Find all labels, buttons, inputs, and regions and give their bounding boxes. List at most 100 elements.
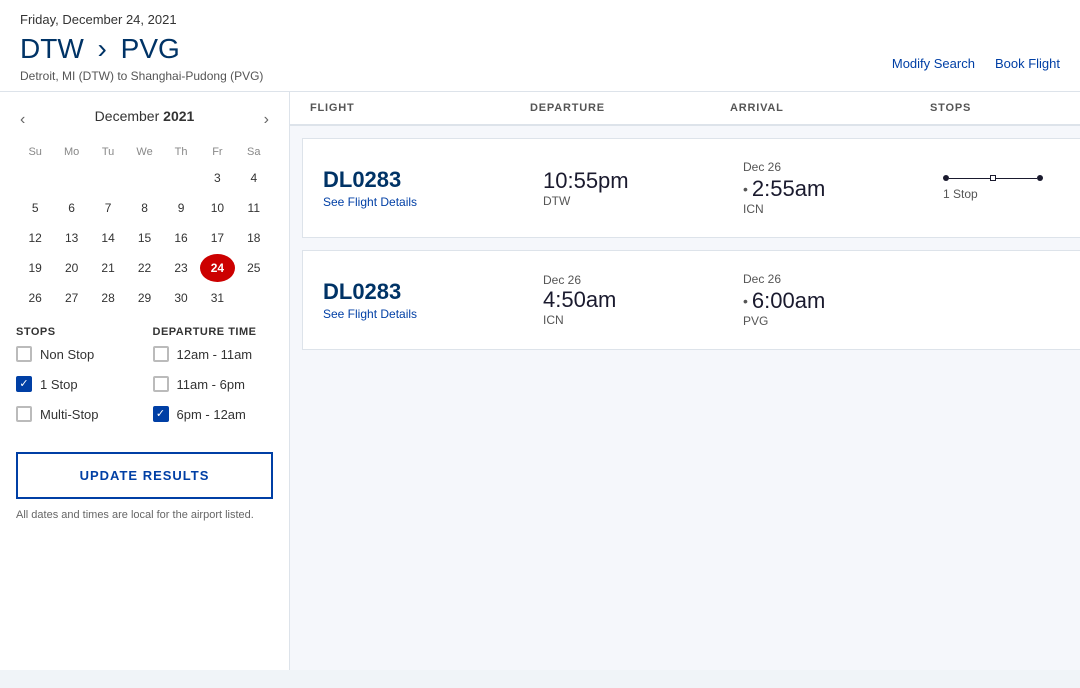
cal-day-th: Th xyxy=(164,142,198,162)
cal-cell-31[interactable]: 31 xyxy=(200,284,234,312)
cal-cell-13[interactable]: 13 xyxy=(54,224,89,252)
stops-label-1: 1 Stop xyxy=(943,187,978,201)
disclaimer-text: All dates and times are local for the ai… xyxy=(16,509,273,521)
time-11am-checkbox-item[interactable]: 11am - 6pm xyxy=(153,376,274,392)
time-12am-checkbox[interactable] xyxy=(153,346,169,362)
time-12am-label: 12am - 11am xyxy=(177,347,253,362)
route-subtitle: Detroit, MI (DTW) to Shanghai-Pudong (PV… xyxy=(20,69,1060,83)
cal-day-mo: Mo xyxy=(54,142,89,162)
cal-cell-14[interactable]: 14 xyxy=(91,224,125,252)
multi-stop-checkbox[interactable] xyxy=(16,406,32,422)
arr-time-1: 2:55am xyxy=(752,176,825,202)
cal-cell-10[interactable]: 10 xyxy=(200,194,234,222)
cal-day-tu: Tu xyxy=(91,142,125,162)
header-flight: FLIGHT xyxy=(310,102,530,114)
cal-cell-6[interactable]: 6 xyxy=(54,194,89,222)
arr-time-2: 6:00am xyxy=(752,288,825,314)
cal-cell-20[interactable]: 20 xyxy=(54,254,89,282)
cal-cell-25[interactable]: 25 xyxy=(237,254,271,282)
cal-cell-16[interactable]: 16 xyxy=(164,224,198,252)
cal-cell-23[interactable]: 23 xyxy=(164,254,198,282)
cal-cell-26[interactable]: 26 xyxy=(18,284,52,312)
flight-info-2: DL0283 See Flight Details xyxy=(323,279,543,321)
header-stops: STOPS xyxy=(930,102,1080,114)
calendar-grid: Su Mo Tu We Th Fr Sa xyxy=(16,140,273,314)
modify-search-link[interactable]: Modify Search xyxy=(892,56,975,71)
multi-stop-label: Multi-Stop xyxy=(40,407,99,422)
cal-cell-empty xyxy=(18,164,52,192)
time-11am-checkbox[interactable] xyxy=(153,376,169,392)
time-6pm-checkbox[interactable] xyxy=(153,406,169,422)
non-stop-checkbox[interactable] xyxy=(16,346,32,362)
cal-cell-9[interactable]: 9 xyxy=(164,194,198,222)
flight-card-2: DL0283 See Flight Details Dec 26 4:50am … xyxy=(302,250,1080,350)
calendar-header: December 2021 xyxy=(95,104,195,128)
cal-day-su: Su xyxy=(18,142,52,162)
update-results-button[interactable]: UPDATE RESULTS xyxy=(16,452,273,499)
cal-cell-19[interactable]: 19 xyxy=(18,254,52,282)
dep-time-2: 4:50am xyxy=(543,287,743,313)
non-stop-label: Non Stop xyxy=(40,347,94,362)
stop-dash-1 xyxy=(949,178,990,179)
see-details-link-2[interactable]: See Flight Details xyxy=(323,307,417,321)
stops-col-1: 1 Stop xyxy=(943,175,1080,201)
cal-cell-12[interactable]: 12 xyxy=(18,224,52,252)
cal-cell-15[interactable]: 15 xyxy=(127,224,162,252)
cal-cell-28[interactable]: 28 xyxy=(91,284,125,312)
see-details-link-1[interactable]: See Flight Details xyxy=(323,195,417,209)
time-12am-checkbox-item[interactable]: 12am - 11am xyxy=(153,346,274,362)
cal-cell-22[interactable]: 22 xyxy=(127,254,162,282)
cal-day-sa: Sa xyxy=(237,142,271,162)
header-departure: DEPARTURE xyxy=(530,102,730,114)
one-stop-checkbox[interactable] xyxy=(16,376,32,392)
stop-dot-right-1 xyxy=(1037,175,1043,181)
departure-time-filter-label: DEPARTURE TIME xyxy=(153,326,274,338)
departure-col-1: 10:55pm DTW xyxy=(543,168,743,208)
dep-airport-2: ICN xyxy=(543,313,743,327)
cal-cell-empty xyxy=(237,284,271,312)
cal-cell-3[interactable]: 3 xyxy=(200,164,234,192)
cal-cell-24[interactable]: 24 xyxy=(200,254,234,282)
cal-cell-29[interactable]: 29 xyxy=(127,284,162,312)
cal-cell-8[interactable]: 8 xyxy=(127,194,162,222)
arrival-col-2: Dec 26 • 6:00am PVG xyxy=(743,272,943,328)
cal-cell-empty xyxy=(127,164,162,192)
cal-cell-30[interactable]: 30 xyxy=(164,284,198,312)
cal-cell-11[interactable]: 11 xyxy=(237,194,271,222)
multi-stop-checkbox-item[interactable]: Multi-Stop xyxy=(16,406,137,422)
cal-cell-empty xyxy=(164,164,198,192)
calendar-next-btn[interactable]: › xyxy=(260,111,273,129)
stop-line-1 xyxy=(943,175,1043,181)
header-arrival: ARRIVAL xyxy=(730,102,930,114)
dep-airport-1: DTW xyxy=(543,194,743,208)
flight-number-2: DL0283 xyxy=(323,279,543,305)
cal-cell-empty xyxy=(54,164,89,192)
arr-date-2: Dec 26 xyxy=(743,272,943,286)
from-code: DTW xyxy=(20,33,84,64)
arrival-col-1: Dec 26 • 2:55am ICN xyxy=(743,160,943,216)
cal-cell-7[interactable]: 7 xyxy=(91,194,125,222)
to-code: PVG xyxy=(121,33,180,64)
cal-day-fr: Fr xyxy=(200,142,234,162)
non-stop-checkbox-item[interactable]: Non Stop xyxy=(16,346,137,362)
time-6pm-label: 6pm - 12am xyxy=(177,407,246,422)
one-stop-checkbox-item[interactable]: 1 Stop xyxy=(16,376,137,392)
date-header: Friday, December 24, 2021 xyxy=(20,12,1060,27)
cal-cell-4[interactable]: 4 xyxy=(237,164,271,192)
cal-cell-27[interactable]: 27 xyxy=(54,284,89,312)
cal-cell-18[interactable]: 18 xyxy=(237,224,271,252)
cal-cell-17[interactable]: 17 xyxy=(200,224,234,252)
book-flight-link[interactable]: Book Flight xyxy=(995,56,1060,71)
arr-airport-1: ICN xyxy=(743,202,943,216)
stops-filter-label: STOPS xyxy=(16,326,137,338)
time-6pm-checkbox-item[interactable]: 6pm - 12am xyxy=(153,406,274,422)
cal-cell-5[interactable]: 5 xyxy=(18,194,52,222)
cal-cell-21[interactable]: 21 xyxy=(91,254,125,282)
arr-date-1: Dec 26 xyxy=(743,160,943,174)
calendar-prev-btn[interactable]: ‹ xyxy=(16,111,29,129)
time-11am-label: 11am - 6pm xyxy=(177,377,245,392)
arrival-connector-icon-1: • xyxy=(743,181,748,197)
results-table-header: FLIGHT DEPARTURE ARRIVAL STOPS STATUS xyxy=(290,92,1080,126)
dep-date-2: Dec 26 xyxy=(543,273,743,287)
departure-col-2: Dec 26 4:50am ICN xyxy=(543,273,743,327)
